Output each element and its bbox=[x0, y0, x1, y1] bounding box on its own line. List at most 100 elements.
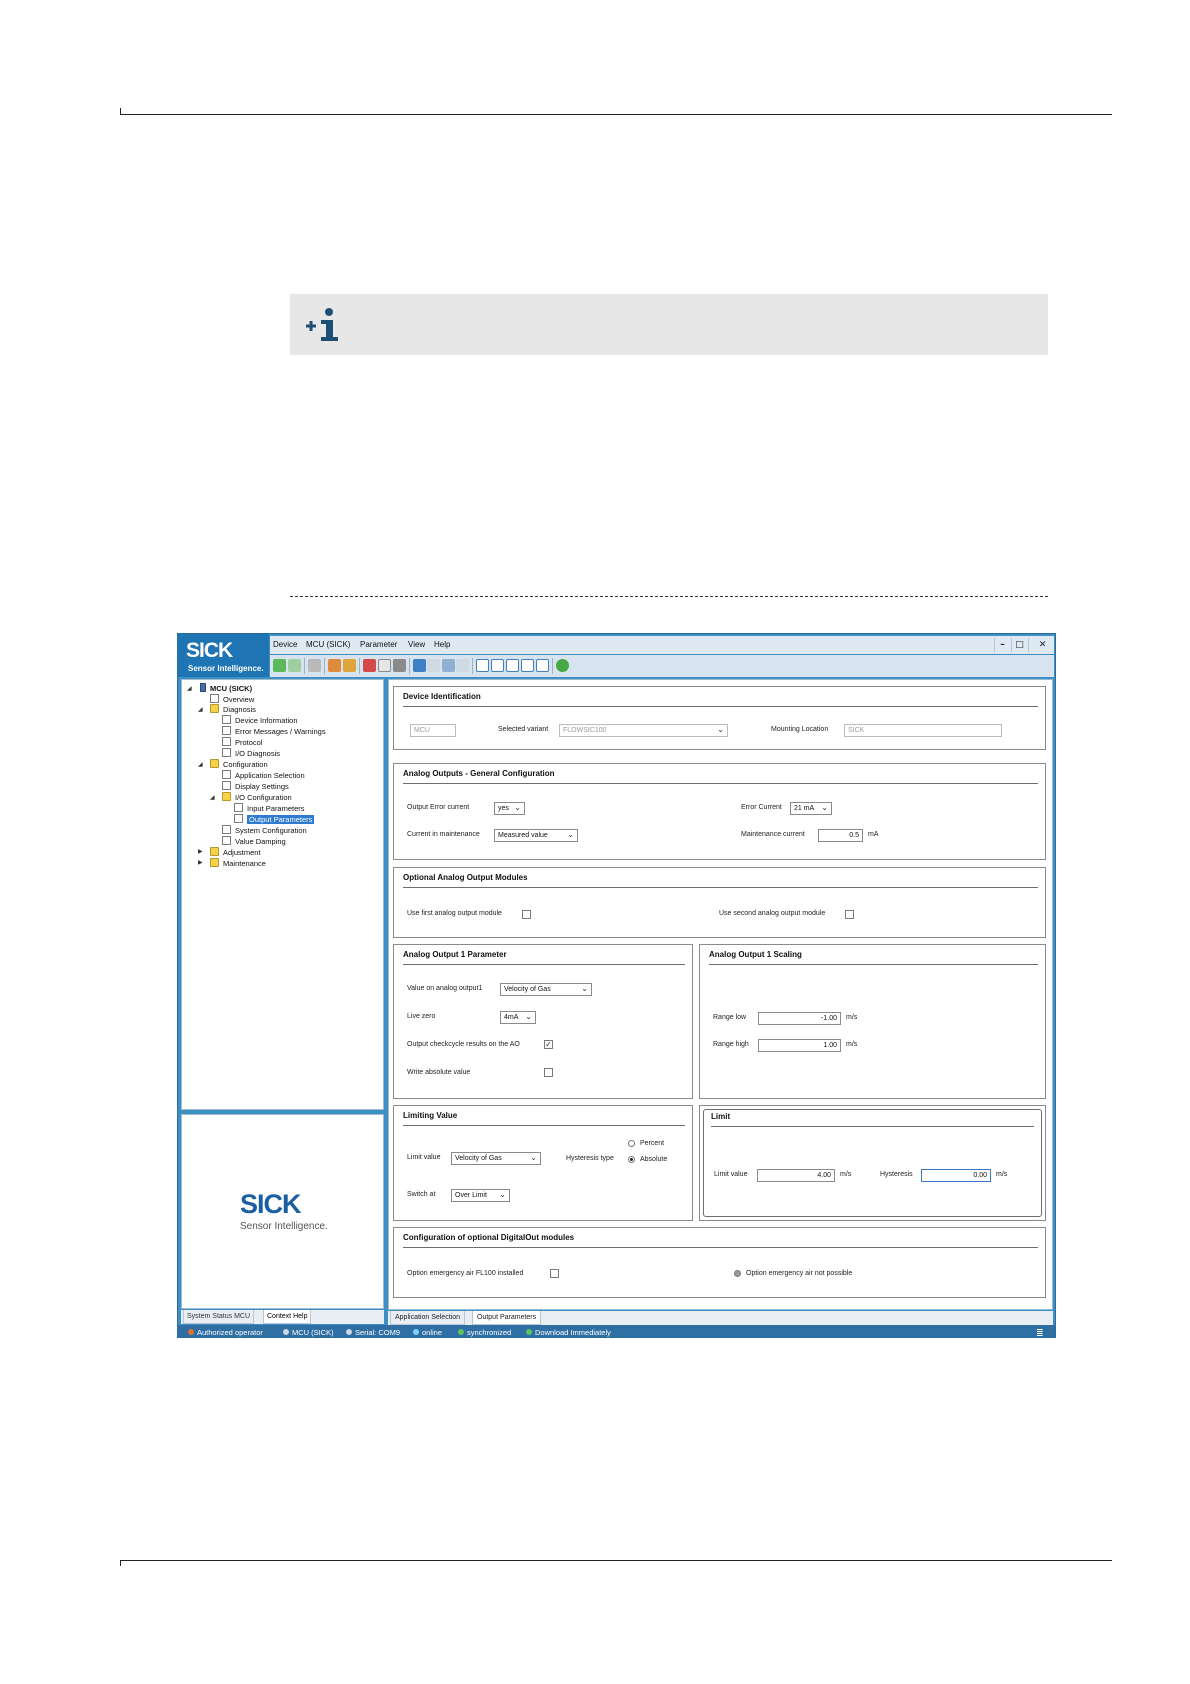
tree-item-display-settings[interactable]: Display Settings bbox=[222, 781, 289, 791]
tree-item-configuration[interactable]: Configuration bbox=[210, 759, 268, 769]
status-bar: Authorized operator MCU (SICK) Serial: C… bbox=[178, 1325, 1055, 1337]
hysteresis-field[interactable]: 0.00 bbox=[921, 1169, 991, 1182]
expand-arrow-icon[interactable]: ◢ bbox=[210, 794, 215, 801]
range-high-field[interactable]: 1.00 bbox=[758, 1039, 841, 1052]
current-in-maintenance-label: Current in maintenance bbox=[407, 831, 480, 838]
chevron-down-icon: ⌄ bbox=[499, 1190, 506, 1199]
current-in-maintenance-select[interactable]: Measured value ⌄ bbox=[494, 829, 578, 842]
minimize-button[interactable]: – bbox=[994, 638, 1010, 652]
percent-radio[interactable] bbox=[628, 1140, 635, 1147]
tree-item-device-information[interactable]: Device Information bbox=[222, 715, 298, 725]
tree-item-maintenance[interactable]: Maintenance bbox=[210, 858, 266, 868]
layout-grid-icon[interactable] bbox=[521, 659, 534, 672]
error-current-select[interactable]: 21 mA ⌄ bbox=[790, 802, 832, 815]
dropdown-icon[interactable] bbox=[427, 659, 440, 672]
first-module-label: Use first analog output module bbox=[407, 910, 502, 917]
expand-arrow-icon[interactable]: ◢ bbox=[187, 685, 192, 692]
brand-block: SICK Sensor Intelligence. bbox=[178, 634, 269, 677]
tab-application-selection[interactable]: Application Selection bbox=[390, 1311, 465, 1325]
page-icon bbox=[222, 748, 231, 757]
download-icon[interactable] bbox=[442, 659, 455, 672]
expand-arrow-icon[interactable]: ◢ bbox=[198, 761, 203, 768]
group-title: Analog Outputs - General Configuration bbox=[403, 769, 555, 778]
limit-value-field[interactable]: 4.00 bbox=[757, 1169, 835, 1182]
chevron-down-icon: ⌄ bbox=[821, 803, 828, 812]
toolbar bbox=[270, 655, 1054, 677]
back-icon[interactable] bbox=[273, 659, 286, 672]
menu-view[interactable]: View bbox=[408, 640, 425, 649]
limit-value-select[interactable]: Velocity of Gas ⌄ bbox=[451, 1152, 541, 1165]
first-module-checkbox[interactable] bbox=[522, 910, 531, 919]
group-title: Limit bbox=[711, 1112, 731, 1121]
group-title: Limiting Value bbox=[403, 1111, 458, 1120]
status-indicator-icon bbox=[734, 1270, 741, 1277]
pdf-icon[interactable] bbox=[363, 659, 376, 672]
maintenance-current-field[interactable]: 0.5 bbox=[818, 829, 863, 842]
tree-item-mcu[interactable]: MCU (SICK) bbox=[200, 683, 252, 693]
dropdown-icon[interactable] bbox=[456, 659, 469, 672]
checkcycle-checkbox[interactable]: ✓ bbox=[544, 1040, 553, 1049]
tree-item-adjustment[interactable]: Adjustment bbox=[210, 847, 261, 857]
group-limit-inner: Limit Limit value 4.00 m/s Hysteresis 0.… bbox=[703, 1109, 1042, 1217]
mounting-location-field[interactable]: SICK bbox=[844, 724, 1002, 737]
layout-split-horizontal-icon[interactable] bbox=[491, 659, 504, 672]
collapsed-arrow-icon[interactable]: ▶ bbox=[198, 848, 203, 855]
absolute-radio[interactable] bbox=[628, 1156, 635, 1163]
print-icon[interactable] bbox=[308, 659, 321, 672]
hysteresis-type-label: Hysteresis type bbox=[566, 1155, 614, 1162]
tree-item-application-selection[interactable]: Application Selection bbox=[222, 770, 305, 780]
menu-help[interactable]: Help bbox=[434, 640, 450, 649]
expand-arrow-icon[interactable]: ◢ bbox=[198, 706, 203, 713]
users-icon[interactable] bbox=[343, 659, 356, 672]
live-zero-select[interactable]: 4mA ⌄ bbox=[500, 1011, 536, 1024]
layout-split-vertical-icon[interactable] bbox=[506, 659, 519, 672]
tab-context-help[interactable]: Context Help bbox=[263, 1310, 312, 1324]
limit-value-label: Limit value bbox=[407, 1154, 441, 1161]
upload-icon[interactable] bbox=[413, 659, 426, 672]
tools-icon[interactable] bbox=[393, 659, 406, 672]
tree-item-input-parameters[interactable]: Input Parameters bbox=[234, 803, 305, 813]
collapsed-arrow-icon[interactable]: ▶ bbox=[198, 859, 203, 866]
write-absolute-checkbox[interactable] bbox=[544, 1068, 553, 1077]
group-divider bbox=[403, 1247, 1038, 1248]
tree-item-io-diagnosis[interactable]: I/O Diagnosis bbox=[222, 748, 280, 758]
chevron-down-icon: ⌄ bbox=[525, 1012, 532, 1021]
connect-icon[interactable] bbox=[328, 659, 341, 672]
menu-mcu[interactable]: MCU (SICK) bbox=[306, 640, 350, 649]
menu-device[interactable]: Device bbox=[273, 640, 297, 649]
tab-output-parameters[interactable]: Output Parameters bbox=[472, 1311, 542, 1325]
tree-item-diagnosis[interactable]: Diagnosis bbox=[210, 704, 256, 714]
range-low-field[interactable]: -1.00 bbox=[758, 1012, 841, 1025]
info-icon bbox=[306, 308, 338, 341]
tree-item-io-configuration[interactable]: I/O Configuration bbox=[222, 792, 292, 802]
status-device: MCU (SICK) bbox=[283, 1328, 334, 1337]
layout-single-icon[interactable] bbox=[476, 659, 489, 672]
tab-system-status-mcu[interactable]: System Status MCU bbox=[183, 1310, 255, 1324]
output-error-current-select[interactable]: yes ⌄ bbox=[494, 802, 525, 815]
emergency-air-checkbox[interactable] bbox=[550, 1269, 559, 1278]
tree-item-output-parameters[interactable]: Output Parameters bbox=[234, 814, 315, 824]
tree-item-overview[interactable]: Overview bbox=[210, 694, 254, 704]
second-module-checkbox[interactable] bbox=[845, 910, 854, 919]
maximize-button[interactable]: □ bbox=[1011, 638, 1027, 652]
tree-item-error-messages[interactable]: Error Messages / Warnings bbox=[222, 726, 326, 736]
selected-variant-select[interactable]: FLOWSIC100 ⌄ bbox=[559, 724, 728, 737]
forward-icon[interactable] bbox=[288, 659, 301, 672]
toolbar-separator bbox=[409, 658, 410, 674]
status-menu-icon[interactable]: ≣ bbox=[1036, 1328, 1044, 1337]
switch-at-select[interactable]: Over Limit ⌄ bbox=[451, 1189, 510, 1202]
menu-parameter[interactable]: Parameter bbox=[360, 640, 397, 649]
tree-item-protocol[interactable]: Protocol bbox=[222, 737, 263, 747]
chevron-down-icon: ⌄ bbox=[717, 725, 724, 734]
tree-item-system-configuration[interactable]: System Configuration bbox=[222, 825, 307, 835]
close-button[interactable]: ✕ bbox=[1028, 638, 1055, 652]
document-icon[interactable] bbox=[378, 659, 391, 672]
device-field[interactable]: MCU bbox=[410, 724, 456, 737]
device-icon bbox=[200, 683, 206, 692]
page-icon bbox=[222, 737, 231, 746]
value-on-output-select[interactable]: Velocity of Gas ⌄ bbox=[500, 983, 592, 996]
layout-quad-icon[interactable] bbox=[536, 659, 549, 672]
tree-item-value-damping[interactable]: Value Damping bbox=[222, 836, 286, 846]
help-icon[interactable] bbox=[556, 659, 569, 672]
folder-icon bbox=[210, 759, 219, 768]
